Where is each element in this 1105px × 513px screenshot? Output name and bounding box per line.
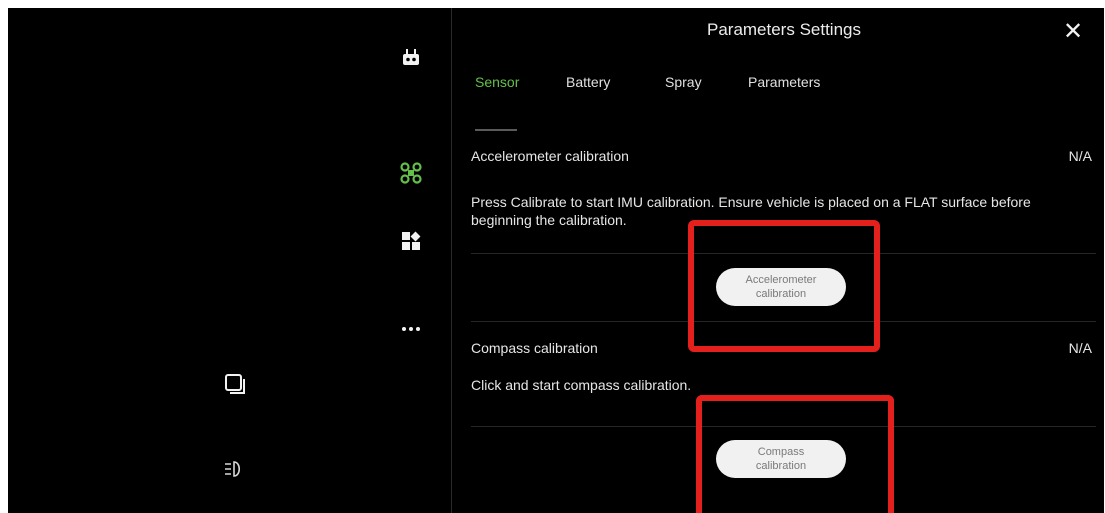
tab-battery[interactable]: Battery bbox=[566, 74, 610, 90]
tab-sensor[interactable]: Sensor bbox=[475, 74, 519, 90]
drone-icon[interactable] bbox=[398, 160, 424, 186]
annotation-highlight-box bbox=[696, 395, 894, 513]
panel-title: Parameters Settings bbox=[706, 20, 861, 39]
panel-divider bbox=[451, 8, 452, 513]
layers-icon[interactable] bbox=[221, 370, 249, 398]
remote-controller-icon[interactable] bbox=[398, 44, 424, 70]
more-icon[interactable] bbox=[398, 316, 424, 342]
compass-description: Click and start compass calibration. bbox=[471, 377, 692, 393]
compass-status: N/A bbox=[1068, 340, 1092, 356]
close-icon[interactable]: ✕ bbox=[1060, 18, 1086, 45]
tab-active-indicator bbox=[475, 129, 517, 131]
tab-spray[interactable]: Spray bbox=[665, 74, 702, 90]
tab-parameters[interactable]: Parameters bbox=[748, 74, 820, 90]
app-screen: Parameters Settings ✕ Sensor Battery Spr… bbox=[8, 8, 1104, 513]
annotation-highlight-box bbox=[688, 220, 880, 352]
accelerometer-label: Accelerometer calibration bbox=[471, 148, 629, 164]
headlight-icon[interactable] bbox=[220, 455, 248, 483]
apps-grid-icon[interactable] bbox=[398, 228, 424, 254]
compass-label: Compass calibration bbox=[471, 340, 598, 356]
accelerometer-status: N/A bbox=[1068, 148, 1092, 164]
